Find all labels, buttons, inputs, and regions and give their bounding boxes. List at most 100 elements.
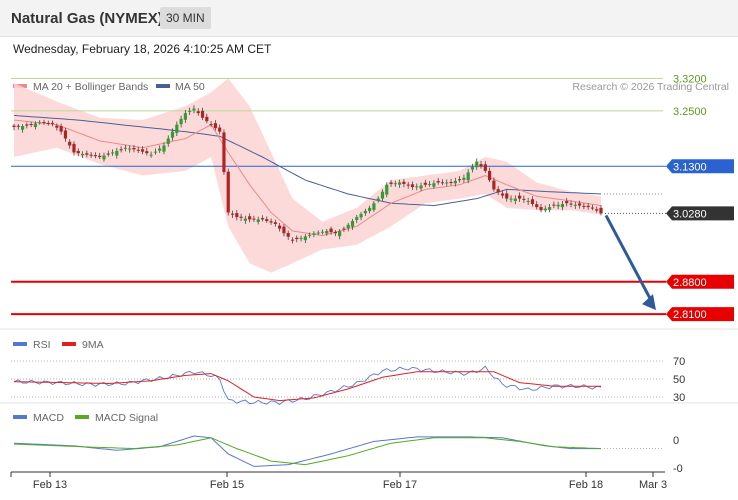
legend-swatch-9ma [62, 342, 76, 346]
x-tick-label: Mar 3 [639, 479, 667, 491]
candle-body [200, 110, 205, 118]
candle-body [586, 205, 590, 208]
candle-body [16, 125, 20, 127]
candle-body [368, 207, 372, 212]
candle-body [432, 183, 436, 187]
macd-tick-label: -0 [673, 463, 683, 475]
candle-body [338, 230, 342, 237]
candle-body [535, 204, 539, 208]
candle-body [376, 198, 380, 201]
candle-body [320, 231, 325, 233]
x-tick-label: Feb 15 [210, 479, 244, 491]
candle-body [440, 182, 445, 184]
candle-body [342, 228, 346, 230]
candle-body [76, 151, 80, 154]
candle-body [560, 204, 565, 208]
candle-body [55, 125, 59, 128]
candle-body [479, 164, 483, 167]
candle-body [106, 153, 110, 155]
candle-body [140, 149, 145, 152]
candle-body [230, 213, 235, 215]
legend-label-ma50: MA 50 [175, 81, 205, 93]
candle-body [170, 131, 175, 138]
candle-body [98, 155, 102, 158]
level-label-text: 3.0280 [673, 208, 707, 220]
candle-body [419, 185, 423, 189]
legend-swatch-rsi [13, 342, 27, 346]
candle-body [205, 116, 209, 122]
candle-body [303, 236, 307, 241]
candle-body [595, 209, 599, 211]
candle-body [179, 118, 183, 125]
candle-body [496, 189, 500, 193]
candle-body [226, 171, 230, 213]
candle-body [547, 207, 552, 210]
candle-body [290, 239, 295, 241]
candle-body [569, 203, 573, 205]
candle-body [110, 152, 115, 154]
legend-label-rsi: RSI [33, 339, 51, 351]
macd-tick-label: 0 [673, 435, 679, 447]
candle-body [513, 198, 517, 202]
candle-body [505, 193, 509, 199]
candle-body [33, 123, 38, 127]
candle-body [398, 182, 402, 185]
chart-svg: MA 20 + Bollinger Bands MA 50 Research © 2… [0, 73, 738, 491]
candle-body [423, 182, 427, 185]
candle-body [492, 180, 496, 190]
candle-body [72, 143, 76, 153]
candle-body [282, 226, 286, 234]
bollinger-band [14, 78, 601, 273]
candle-body [213, 123, 217, 129]
candle-body [475, 161, 479, 168]
x-tick-label: Feb 17 [383, 479, 417, 491]
candle-body [12, 125, 16, 127]
legend-label-macd: MACD [33, 412, 64, 424]
candle-body [445, 182, 449, 184]
candle-body [89, 154, 93, 156]
candle-body [466, 172, 470, 181]
rsi-legend: RSI 9MA [13, 339, 104, 351]
candle-body [175, 124, 179, 133]
level-label-3.2500: 3.2500 [673, 106, 707, 118]
candle-body [273, 222, 277, 225]
level-label-text: 2.8100 [673, 309, 707, 321]
candle-body [63, 130, 68, 139]
candle-body [50, 122, 55, 124]
candle-body [428, 183, 432, 185]
candle-body [449, 182, 453, 184]
legend-swatch-ma50 [156, 84, 170, 88]
candle-body [20, 126, 25, 130]
candle-body [93, 155, 98, 157]
candle-body [136, 149, 140, 151]
candle-body [565, 201, 569, 204]
candle-body [393, 183, 397, 185]
legend-label-ma20: MA 20 + Bollinger Bands [33, 81, 148, 93]
candle-body [415, 186, 419, 188]
candle-body [59, 126, 63, 132]
candle-body [286, 233, 290, 237]
candle-body [458, 179, 462, 181]
candle-body [149, 154, 153, 156]
candle-body [590, 207, 595, 209]
level-label-2.8100: 2.8100 [666, 307, 734, 322]
candle-body [299, 237, 303, 239]
level-label-text: 2.8800 [673, 277, 707, 289]
candle-body [243, 218, 247, 221]
level-label-3.1300: 3.1300 [666, 159, 734, 174]
candle-body [196, 111, 200, 114]
rsi-ma-line [13, 371, 601, 402]
candle-body [577, 203, 582, 206]
candle-body [363, 210, 367, 214]
legend-swatch-macd-signal [75, 415, 89, 419]
candle-body [526, 200, 530, 202]
candle-body [128, 148, 132, 150]
candle-body [573, 204, 577, 206]
candle-body [42, 121, 46, 123]
candle-body [462, 177, 466, 180]
candle-body [158, 148, 162, 151]
candle-body [119, 149, 123, 151]
candle-body [162, 145, 166, 152]
candle-body [350, 220, 355, 227]
candle-body [295, 237, 299, 240]
